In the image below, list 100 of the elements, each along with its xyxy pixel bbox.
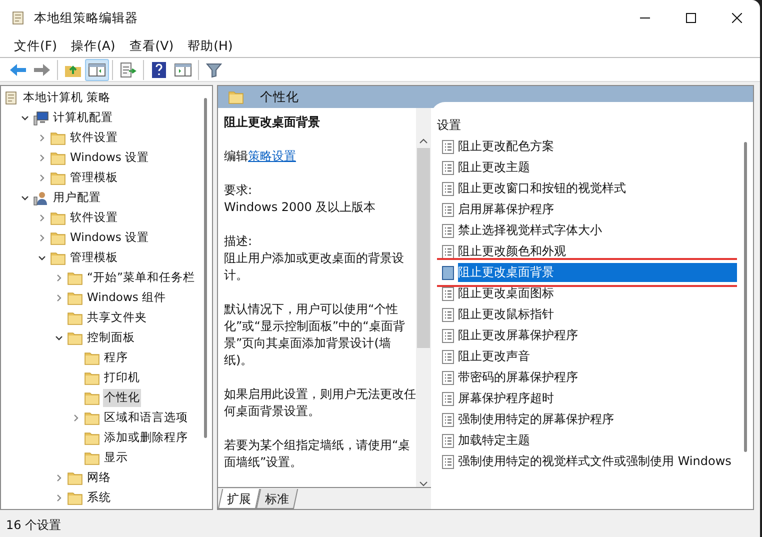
pane-title: 个性化 [260,88,299,106]
show-pane-icon [174,62,192,76]
tree-item[interactable]: 控制面板 [86,329,136,347]
folder-icon [84,411,100,425]
menu-item[interactable]: 操作(A) [64,37,122,56]
setting-item[interactable]: 屏幕保护程序超时 [458,389,556,408]
status-text: 16 个设置 [6,516,62,534]
setting-item[interactable]: 强制使用特定的屏幕保护程序 [458,410,616,429]
menu-item[interactable]: 文件(F) [8,37,63,56]
tree-item[interactable]: 网络 [86,469,112,487]
computer-icon [33,110,49,126]
scroll-down-icon[interactable] [419,481,428,487]
setting-item[interactable]: 阻止更改鼠标指针 [458,305,556,324]
folder-icon [50,251,66,265]
tree-item[interactable]: 区域和语言选项 [103,409,189,427]
export-list-icon [119,62,137,78]
tree-item[interactable]: 共享文件夹 [86,309,148,327]
policy-title: 阻止更改桌面背景 [224,114,321,131]
setting-item[interactable]: 强制使用特定的视觉样式文件或强制使用 Windows [458,452,734,471]
description-label: 描述: [224,233,254,250]
maximize-icon [686,13,696,23]
expand-chevron-icon[interactable] [37,253,47,263]
policy-settings-link[interactable]: 策略设置 [248,148,296,165]
settings-scrollbar[interactable] [744,142,746,452]
setting-icon [442,308,454,322]
setting-icon [442,328,454,342]
collapse-chevron-icon[interactable] [71,413,81,423]
back-icon [9,62,27,76]
setting-icon [442,434,454,448]
expand-chevron-icon[interactable] [20,193,30,203]
view-tab[interactable]: 扩展 [218,489,260,509]
tree-item[interactable]: “开始”菜单和任务栏 [86,269,196,287]
view-tab[interactable]: 标准 [256,489,298,509]
folder-icon [67,291,83,305]
tree-item[interactable]: 打印机 [103,369,141,387]
folder-icon [84,351,100,365]
setting-item[interactable]: 阻止更改颜色和外观 [458,242,568,261]
show-tree-icon [88,62,106,76]
filter-icon [206,62,222,78]
description-paragraph: 若要为某个组指定墙纸，请使用“桌面墙纸”设置。 [224,437,412,471]
tree-item[interactable]: 计算机配置 [52,109,114,127]
tree-item[interactable]: 系统 [86,489,112,507]
window-title: 本地组策略编辑器 [34,8,138,27]
description-paragraph: 默认情况下，用户可以使用“个性化”或“显示控制面板”中的“桌面背景”页向其桌面添加背景设计(墙纸)。 [224,301,406,369]
tree-item[interactable]: 管理模板 [69,169,119,187]
description-scrollbar[interactable] [417,148,430,348]
tree-item[interactable]: 添加或删除程序 [103,429,189,447]
tree-item[interactable]: 本地计算机 策略 [22,89,112,107]
setting-icon [442,160,454,174]
menu-item[interactable]: 帮助(H) [182,37,239,56]
setting-item[interactable]: 阻止更改主题 [458,158,532,177]
setting-item[interactable]: 带密码的屏幕保护程序 [458,368,580,387]
setting-item[interactable]: 阻止更改屏幕保护程序 [458,326,580,345]
tree-item[interactable]: 管理模板 [69,249,119,267]
folder-icon [84,431,100,445]
tree-item[interactable]: 软件设置 [69,209,119,227]
tree-item[interactable]: 个性化 [103,389,141,407]
scroll-icon [10,10,26,26]
folder-icon [50,131,66,145]
setting-icon [442,244,454,258]
setting-item[interactable]: 阻止更改配色方案 [458,137,556,156]
setting-icon [442,140,454,154]
folder-icon [67,331,83,345]
setting-item[interactable]: 启用屏幕保护程序 [458,200,556,219]
setting-icon [442,224,454,238]
scroll-up-icon[interactable] [419,138,428,144]
setting-icon [442,286,454,300]
folder-icon [50,171,66,185]
tree-item[interactable]: 显示 [103,449,129,467]
setting-item[interactable]: 加载特定主题 [458,431,532,450]
close-icon [732,13,742,23]
setting-item[interactable]: 阻止更改桌面背景 [458,263,737,282]
tree-item[interactable]: Windows 设置 [69,149,150,167]
folder-icon [50,151,66,165]
description-paragraph: 阻止用户添加或更改桌面的背景设计。 [224,250,405,284]
folder-icon [228,90,244,104]
tree-item[interactable]: 用户配置 [52,189,102,207]
menu-item[interactable]: 查看(V) [123,37,180,56]
tree-scrollbar[interactable] [204,98,207,438]
expand-chevron-icon[interactable] [20,113,30,123]
forward-icon [33,62,51,76]
setting-item[interactable]: 阻止更改窗口和按钮的视觉样式 [458,179,628,198]
setting-item[interactable]: 阻止更改桌面图标 [458,284,556,303]
tree-item[interactable]: Windows 设置 [69,229,150,247]
edit-label: 编辑 [224,148,248,165]
setting-icon [442,370,454,384]
folder-icon [84,371,100,385]
show-tree-button[interactable] [85,58,109,80]
tree-item[interactable]: 程序 [103,349,129,367]
setting-item[interactable]: 阻止更改声音 [458,347,532,366]
folder-icon [67,271,83,285]
tree-item[interactable]: 软件设置 [69,129,119,147]
expand-chevron-icon[interactable] [54,333,64,343]
help-icon [151,60,167,78]
folder-icon [67,311,83,325]
setting-item[interactable]: 禁止选择视觉样式字体大小 [458,221,604,240]
folder-icon [50,211,66,225]
column-header[interactable]: 设置 [437,116,753,136]
tree-item[interactable]: Windows 组件 [86,289,167,307]
requirements-text: Windows 2000 及以上版本 [224,199,377,216]
